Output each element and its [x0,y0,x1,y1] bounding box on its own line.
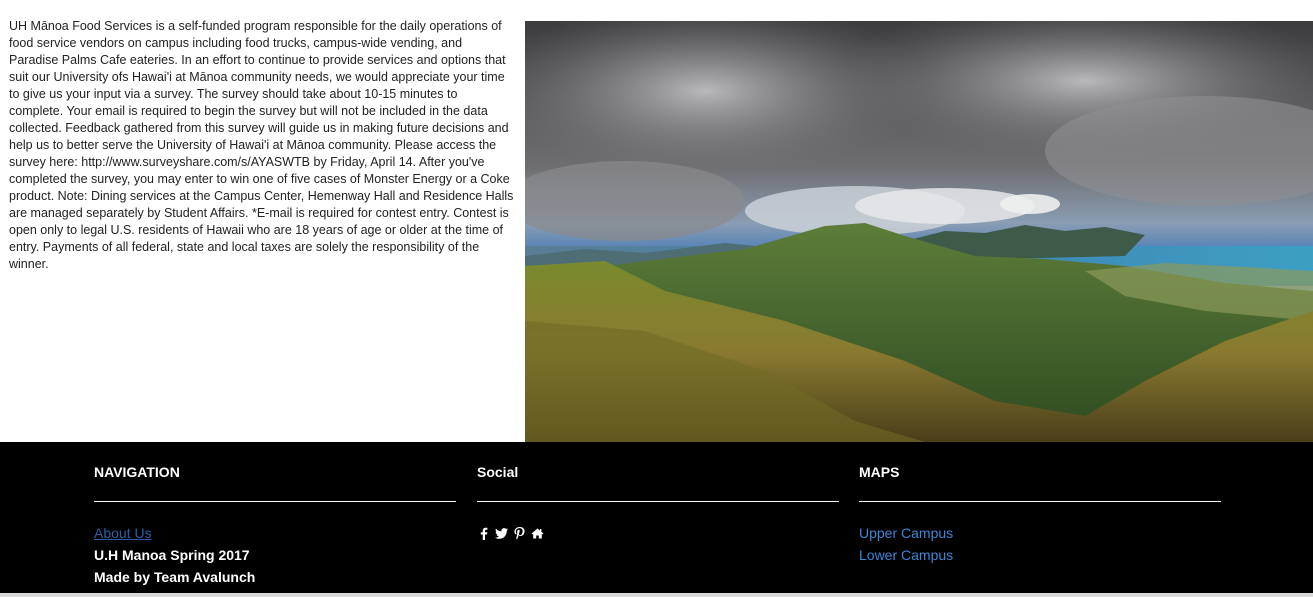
pinterest-icon[interactable] [513,526,526,540]
semester-text: U.H Manoa Spring 2017 [94,547,250,563]
landscape-photo [525,21,1313,442]
social-icons [477,522,544,544]
navigation-links: About Us U.H Manoa Spring 2017 Made by T… [94,522,255,588]
lower-campus-link[interactable]: Lower Campus [859,544,953,566]
credits-text: Made by Team Avalunch [94,569,256,585]
twitter-icon[interactable] [495,527,508,540]
home-icon[interactable] [531,527,544,540]
footer: NAVIGATION About Us U.H Manoa Spring 201… [0,442,1313,593]
facebook-icon[interactable] [477,527,490,540]
maps-heading: MAPS [859,464,900,480]
bottom-border [0,593,1313,597]
social-heading: Social [477,464,519,480]
survey-announcement: UH Mānoa Food Services is a self-funded … [9,19,514,271]
divider [94,501,456,502]
navigation-heading: NAVIGATION [94,464,180,480]
upper-campus-link[interactable]: Upper Campus [859,522,953,544]
divider [477,501,839,502]
about-us-link[interactable]: About Us [94,522,255,544]
page: UH Mānoa Food Services is a self-funded … [0,0,1313,597]
divider [859,501,1221,502]
maps-links: Upper Campus Lower Campus [859,522,953,566]
main-content: UH Mānoa Food Services is a self-funded … [0,0,1313,442]
